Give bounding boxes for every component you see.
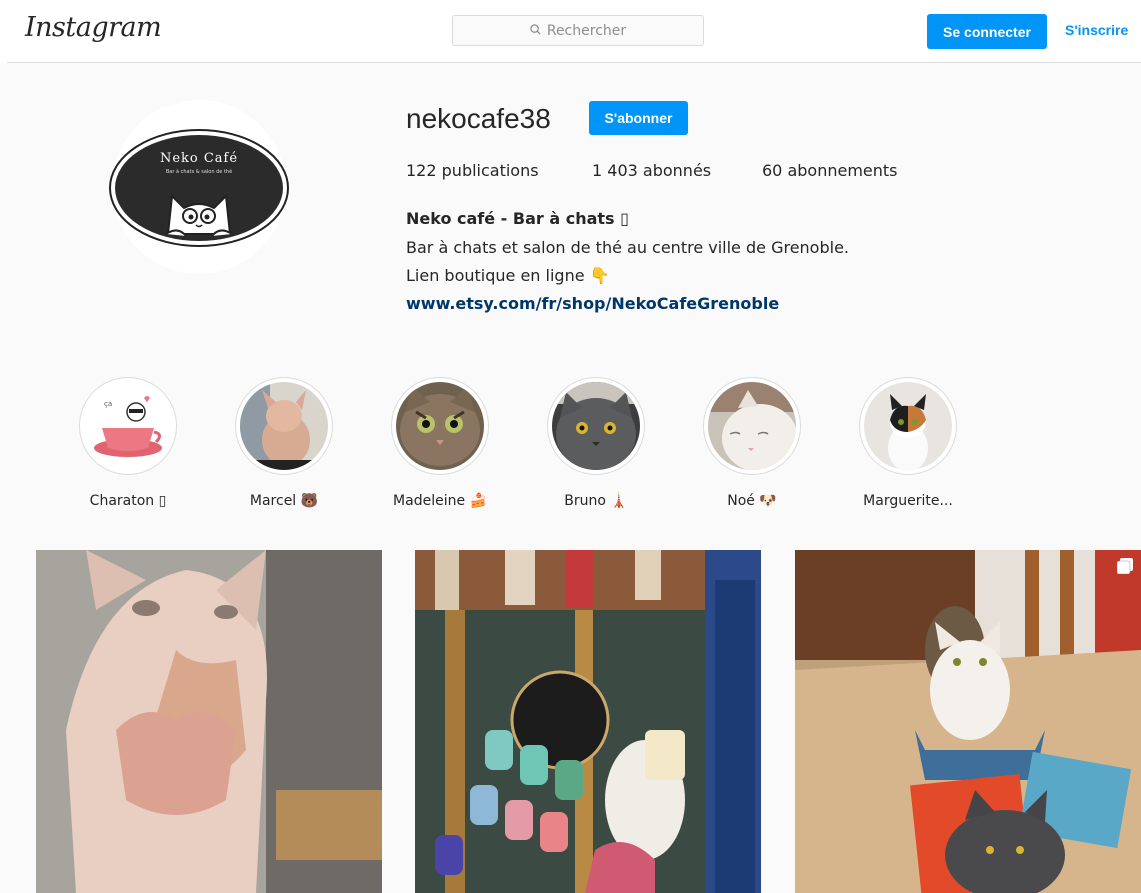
post-image — [795, 550, 1141, 893]
highlight-cover — [240, 382, 328, 470]
search-icon — [530, 23, 541, 38]
highlight-label: Marcel 🐻 — [249, 493, 319, 509]
highlight-label: Bruno 🗼 — [564, 493, 628, 509]
following-count[interactable]: 60 abonnements — [762, 161, 898, 180]
highlight-cover — [396, 382, 484, 470]
carousel-icon — [1117, 558, 1133, 574]
header-divider — [7, 62, 1141, 63]
highlight-label: Noé 🐶 — [727, 493, 777, 509]
profile-username: nekocafe38 — [406, 103, 551, 134]
neko-cafe-logo: Neko Café Bar à chats & salon de thé — [109, 129, 289, 247]
highlight-cover — [552, 382, 640, 470]
story-highlight[interactable]: Marguerite... — [858, 377, 958, 509]
followers-count[interactable]: 1 403 abonnés — [592, 161, 711, 180]
post-thumbnail[interactable] — [415, 550, 761, 893]
highlight-cover — [708, 382, 796, 470]
story-highlight[interactable]: Marcel 🐻 — [234, 377, 334, 509]
posts-count: 122 publications — [406, 161, 539, 180]
post-image — [36, 550, 382, 893]
story-highlight[interactable]: Bruno 🗼 — [546, 377, 646, 509]
login-button[interactable]: Se connecter — [927, 14, 1047, 49]
highlight-cover — [864, 382, 952, 470]
bio-website-link[interactable]: www.etsy.com/fr/shop/NekoCafeGrenoble — [406, 294, 779, 313]
post-thumbnail[interactable] — [795, 550, 1141, 893]
bio-name: Neko café - Bar à chats ▯ — [406, 209, 629, 228]
highlight-label: Charaton ▯ — [89, 493, 167, 509]
avatar-title: Neko Café — [160, 151, 238, 166]
instagram-logo[interactable]: Instagram — [25, 12, 162, 43]
highlight-cover: ça — [84, 382, 172, 470]
story-highlight[interactable]: Noé 🐶 — [702, 377, 802, 509]
post-thumbnail[interactable] — [36, 550, 382, 893]
signup-link[interactable]: S'inscrire — [1065, 22, 1128, 38]
post-image — [415, 550, 761, 893]
bio-line: Lien boutique en ligne 👇 — [406, 266, 610, 285]
story-highlight[interactable]: ça Charaton ▯ — [78, 377, 178, 509]
search-placeholder: Rechercher — [546, 22, 627, 39]
highlight-label: Marguerite... — [863, 493, 953, 509]
bio-line: Bar à chats et salon de thé au centre vi… — [406, 238, 849, 257]
highlight-label: Madeleine 🍰 — [393, 493, 487, 509]
search-input[interactable]: Rechercher — [452, 15, 704, 46]
follow-button[interactable]: S'abonner — [589, 101, 688, 135]
svg-text:ça: ça — [104, 400, 112, 408]
avatar-subtitle: Bar à chats & salon de thé — [166, 168, 232, 175]
story-highlight[interactable]: Madeleine 🍰 — [390, 377, 490, 509]
